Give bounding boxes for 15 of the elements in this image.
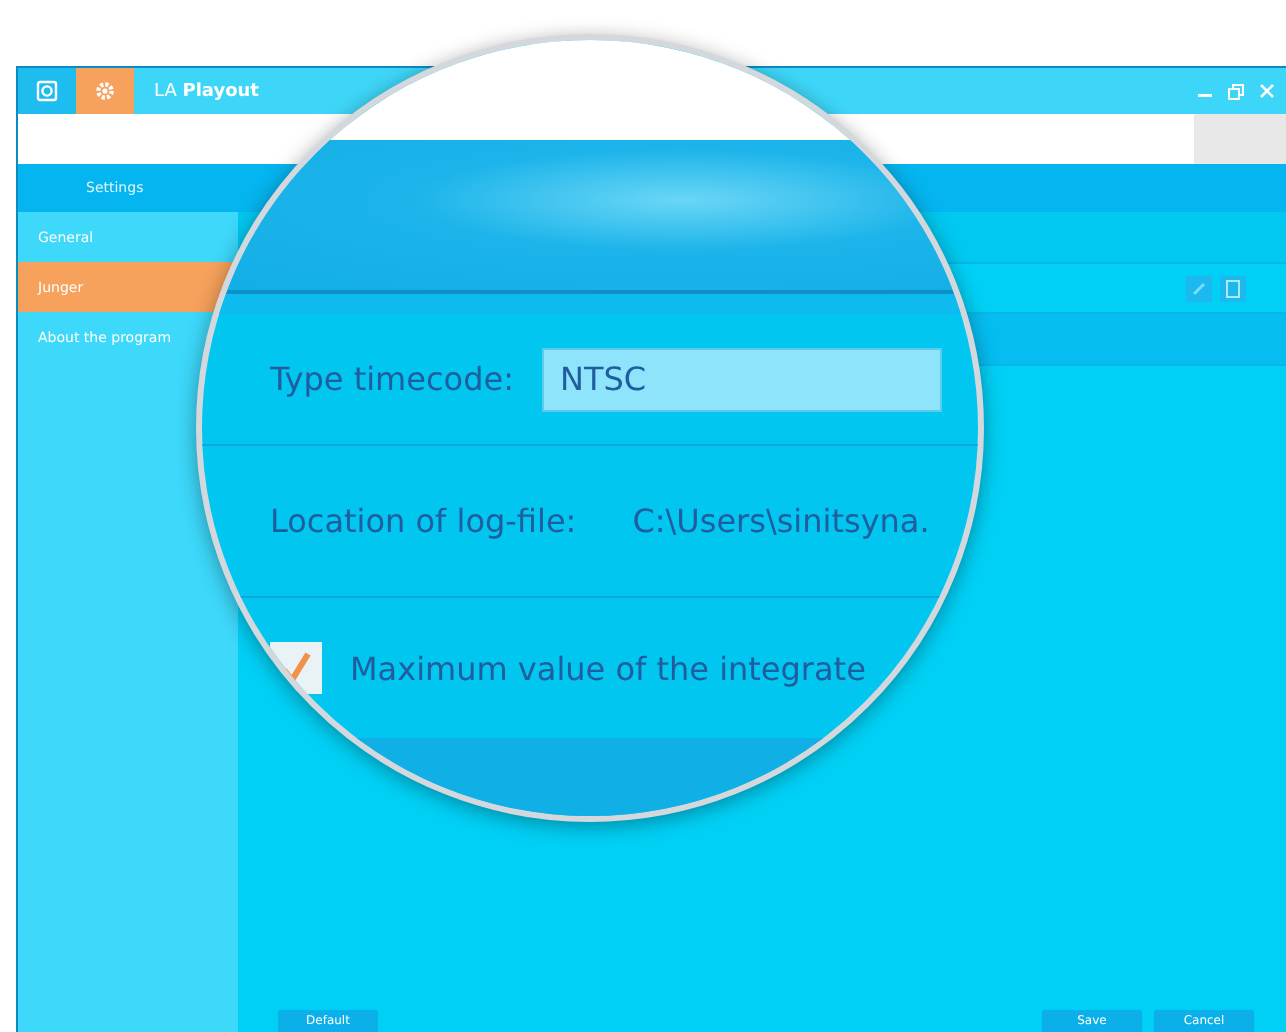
log-file-label: Location of log-file: [270,502,577,540]
log-file-path: C:\Users\sinitsyna. [632,502,930,540]
app-tab[interactable] [18,68,76,114]
app-title: LA Playout [154,81,261,101]
restore-icon[interactable] [1228,83,1244,99]
timecode-field[interactable]: NTSC [541,347,942,411]
close-icon[interactable] [1260,83,1274,97]
timecode-label: Type timecode: [270,360,514,398]
panel-block [1194,114,1286,164]
edit-icon[interactable] [1186,275,1212,301]
checkbox-label: Maximum value of the integrate [350,649,866,687]
clipboard-icon[interactable] [1220,275,1246,301]
camera-icon [36,80,58,102]
app-tab[interactable] [76,68,134,114]
settings-icon [94,80,116,102]
